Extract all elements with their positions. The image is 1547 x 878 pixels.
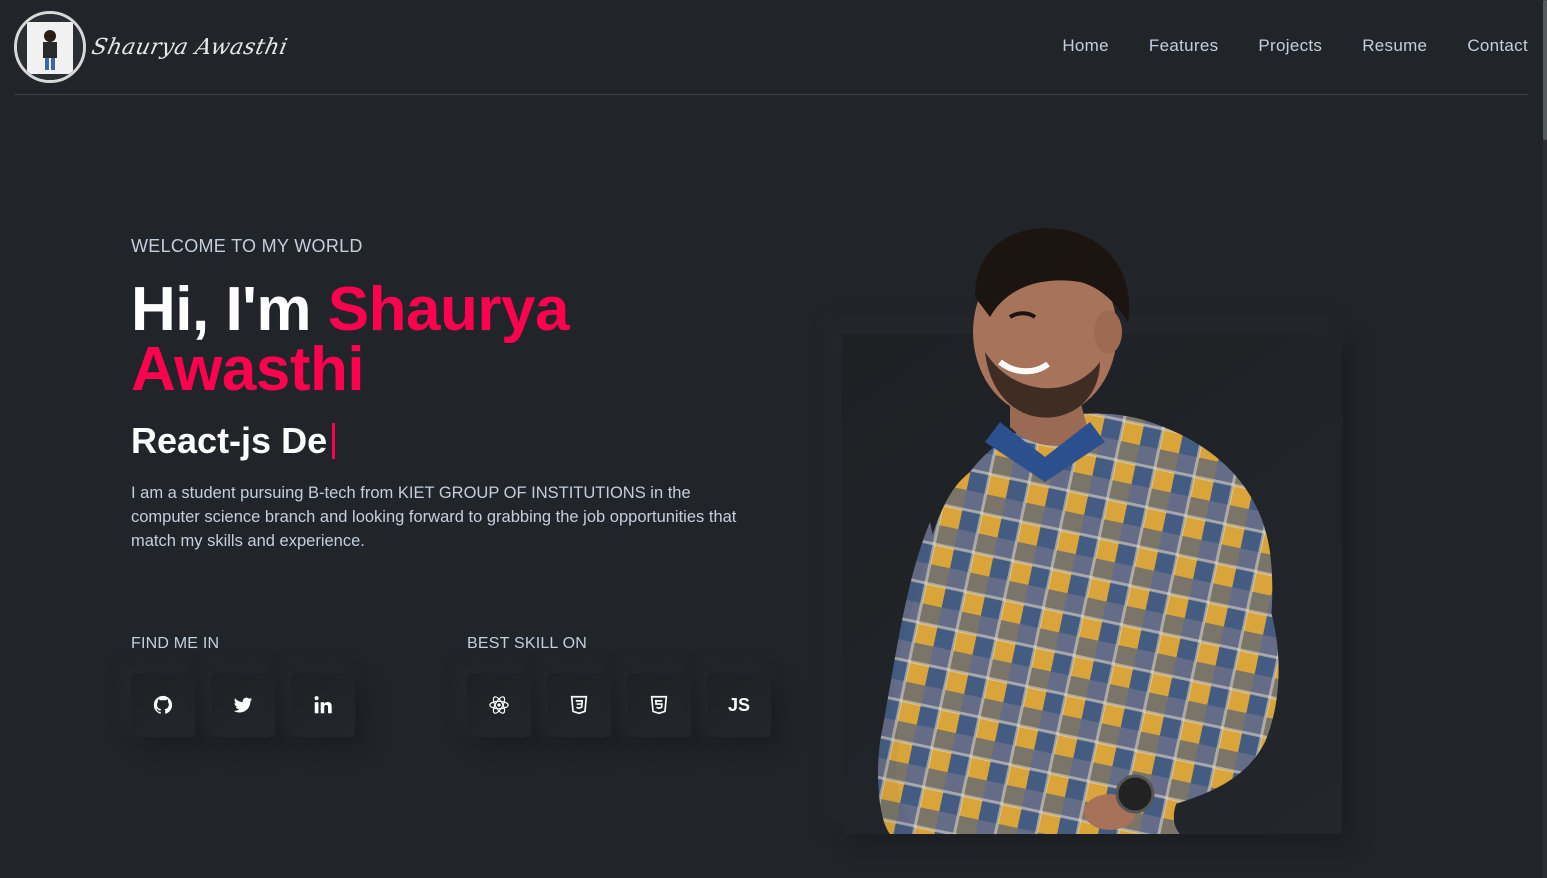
skills-label: BEST SKILL ON — [467, 635, 587, 652]
scrollbar-thumb[interactable] — [1543, 0, 1547, 140]
find-me-label: FIND ME IN — [131, 635, 220, 652]
hero-description: I am a student pursuing B-tech from KIET… — [131, 484, 737, 550]
logo-signature: Shaurya Awasthi — [89, 34, 290, 60]
typed-role: React-js De — [131, 420, 336, 462]
greeting: Hi, I'm — [131, 275, 328, 344]
nav-projects[interactable]: Projects — [1258, 36, 1322, 56]
avatar — [14, 11, 86, 83]
nav-features[interactable]: Features — [1149, 36, 1219, 56]
skill-badges: JS — [467, 673, 787, 737]
main-nav: Home Features Projects Resume Contact — [1022, 36, 1528, 56]
react-badge[interactable] — [467, 673, 531, 737]
linkedin-icon — [314, 696, 332, 714]
name-first: Shaurya — [327, 275, 570, 344]
html5-badge[interactable] — [627, 673, 691, 737]
page-scrollbar[interactable] — [1543, 0, 1547, 878]
site-header: Shaurya Awasthi Home Features Projects R… — [14, 0, 1528, 95]
logo[interactable]: Shaurya Awasthi — [14, 11, 290, 83]
css3-icon — [570, 695, 588, 715]
javascript-badge[interactable]: JS — [707, 673, 771, 737]
role-text: React-js De — [131, 420, 328, 461]
name-last: Awasthi — [131, 335, 365, 404]
github-icon — [153, 695, 173, 714]
nav-resume[interactable]: Resume — [1362, 36, 1427, 56]
javascript-icon: JS — [727, 694, 751, 715]
nav-contact[interactable]: Contact — [1467, 36, 1528, 56]
welcome-text: WELCOME TO MY WORLD — [131, 236, 363, 256]
linkedin-button[interactable] — [291, 673, 355, 737]
typing-cursor — [332, 423, 336, 459]
nav-home[interactable]: Home — [1062, 36, 1109, 56]
css3-badge[interactable] — [547, 673, 611, 737]
html5-icon — [650, 695, 668, 715]
social-links — [131, 673, 371, 737]
profile-photo — [17, 14, 83, 80]
twitter-button[interactable] — [211, 673, 275, 737]
portrait-photo — [878, 228, 1279, 834]
react-icon — [489, 696, 509, 714]
github-button[interactable] — [131, 673, 195, 737]
hero-title: Hi, I'm Shaurya Awasthi — [131, 279, 771, 401]
twitter-icon — [233, 697, 253, 713]
